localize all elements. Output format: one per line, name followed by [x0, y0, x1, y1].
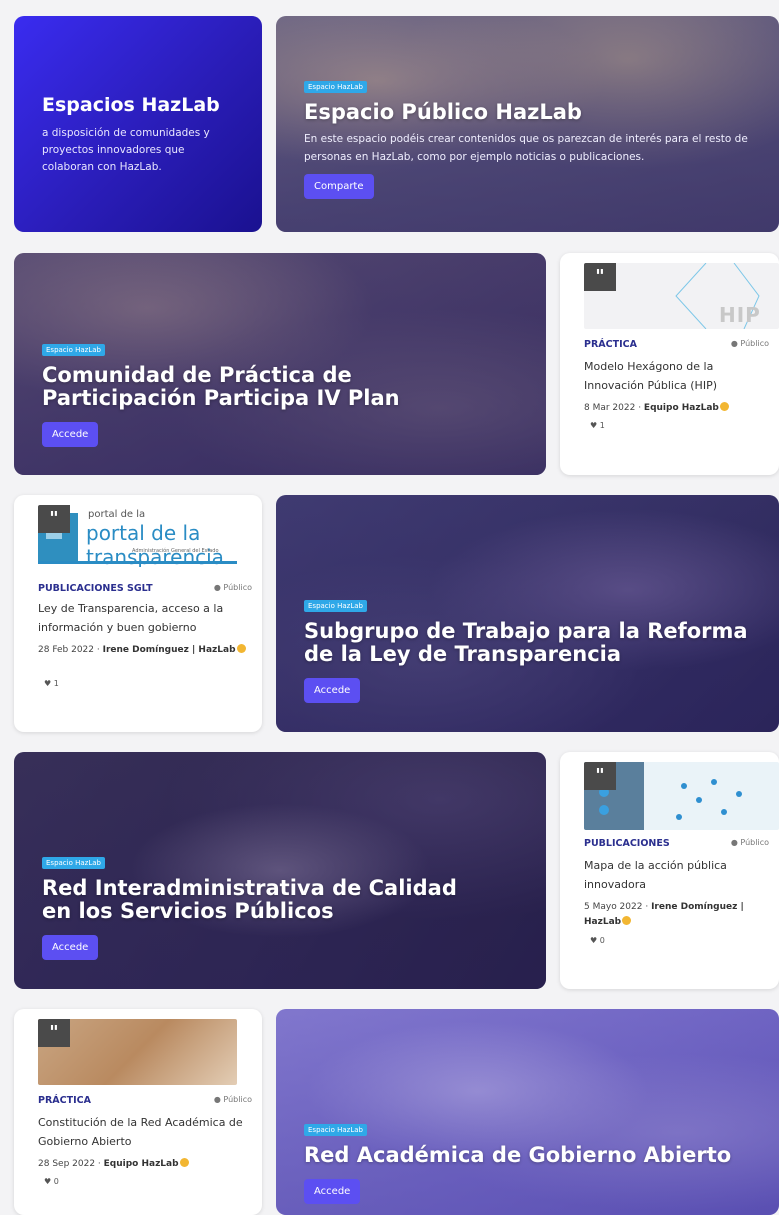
post-date-author: 5 Mayo 2022 · Irene Domínguez | HazLab [584, 902, 744, 927]
verified-badge-icon [622, 916, 632, 925]
share-button[interactable]: Comparte [304, 174, 374, 199]
space-card-comunidad-practica[interactable]: Espacio HazLab Comunidad de Práctica de … [14, 253, 546, 475]
post-category: PRÁCTICA [584, 339, 637, 350]
post-date-author: 28 Feb 2022 · Irene Domínguez | HazLab [38, 643, 252, 658]
likes-count[interactable]: ♥ 0 [44, 1177, 59, 1186]
globe-icon: ● [213, 1095, 221, 1104]
space-card-red-interadministrativa[interactable]: Espacio HazLab Red Interadministrativa d… [14, 752, 546, 989]
visibility-label: ● Público [730, 339, 769, 348]
access-button[interactable]: Accede [304, 678, 361, 703]
space-tag: Espacio HazLab [304, 81, 367, 93]
space-card-subgrupo-transparencia[interactable]: Espacio HazLab Subgrupo de Trabajo para … [276, 495, 779, 732]
space-title[interactable]: Espacio Público HazLab [304, 101, 771, 124]
intro-text: a disposición de comunidades y proyectos… [42, 127, 210, 173]
visibility-label: ● Público [213, 583, 252, 592]
globe-icon: ● [730, 838, 738, 847]
post-category: PUBLICACIONES SGLT [38, 583, 153, 594]
likes-count[interactable]: ♥ 1 [590, 421, 605, 430]
space-tag: Espacio HazLab [42, 857, 105, 869]
visibility-label: ● Público [213, 1095, 252, 1104]
space-tag: Espacio HazLab [42, 344, 105, 356]
post-card-transparencia[interactable]: portal de la portal de la transparencia … [14, 495, 262, 732]
post-date-author: 28 Sep 2022 · Equipo HazLab [38, 1157, 252, 1172]
access-button[interactable]: Accede [42, 422, 99, 447]
access-button[interactable]: Accede [42, 935, 99, 960]
space-title[interactable]: Comunidad de Práctica de Participación P… [42, 364, 406, 410]
space-title[interactable]: Red Interadministrativa de Calidad en lo… [42, 877, 486, 923]
post-title[interactable]: Mapa de la acción pública innovadora [584, 856, 769, 894]
post-author[interactable]: Irene Domínguez | HazLab [103, 645, 236, 655]
space-title[interactable]: Subgrupo de Trabajo para la Reforma de l… [304, 620, 771, 666]
intro-title: Espacios HazLab [42, 94, 220, 116]
post-author[interactable]: Equipo HazLab [104, 1159, 179, 1169]
likes-count[interactable]: ♥ 0 [590, 936, 605, 945]
heart-icon: ♥ [590, 421, 598, 430]
quote-icon: " [584, 762, 616, 790]
verified-badge-icon [236, 644, 246, 653]
heart-icon: ♥ [44, 1177, 52, 1186]
space-tag: Espacio HazLab [304, 1124, 367, 1136]
verified-badge-icon [719, 402, 729, 411]
post-date-author: 8 Mar 2022 · Equipo HazLab [584, 401, 769, 416]
post-category: PUBLICACIONES [584, 838, 670, 849]
post-title[interactable]: Modelo Hexágono de la Innovación Pública… [584, 357, 769, 395]
access-button[interactable]: Accede [304, 1179, 361, 1204]
post-title[interactable]: Ley de Transparencia, acceso a la inform… [38, 599, 252, 637]
space-card-red-academica[interactable]: Espacio HazLab Red Académica de Gobierno… [276, 1009, 779, 1215]
post-thumbnail: " [584, 762, 779, 830]
globe-icon: ● [213, 583, 221, 592]
hip-logo-text: HIP [719, 303, 761, 327]
post-author[interactable]: Equipo HazLab [644, 403, 719, 413]
verified-badge-icon [179, 1158, 189, 1167]
quote-icon: " [38, 505, 70, 533]
space-title[interactable]: Red Académica de Gobierno Abierto [304, 1144, 771, 1167]
heart-icon: ♥ [590, 936, 598, 945]
space-card-espacio-publico[interactable]: Espacio HazLab Espacio Público HazLab En… [276, 16, 779, 232]
intro-card: Espacios HazLab a disposición de comunid… [14, 16, 262, 232]
heart-icon: ♥ [44, 679, 52, 688]
visibility-label: ● Público [730, 838, 769, 847]
globe-icon: ● [730, 339, 738, 348]
likes-count[interactable]: ♥ 1 [44, 679, 59, 688]
post-thumbnail: HIP " [584, 263, 779, 329]
quote-icon: " [38, 1019, 70, 1047]
post-card-hip[interactable]: HIP " PRÁCTICA ● Público Modelo Hexágono… [560, 253, 779, 475]
space-tag: Espacio HazLab [304, 600, 367, 612]
post-thumbnail: " [38, 1019, 237, 1085]
post-category: PRÁCTICA [38, 1095, 91, 1106]
space-description: En este espacio podéis crear contenidos … [304, 133, 748, 163]
post-thumbnail: portal de la portal de la transparencia … [38, 505, 237, 567]
post-card-constitucion[interactable]: " PRÁCTICA ● Público Constitución de la … [14, 1009, 262, 1215]
quote-icon: " [584, 263, 616, 291]
post-title[interactable]: Constitución de la Red Académica de Gobi… [38, 1113, 252, 1151]
post-card-mapa[interactable]: " PUBLICACIONES ● Público Mapa de la acc… [560, 752, 779, 989]
